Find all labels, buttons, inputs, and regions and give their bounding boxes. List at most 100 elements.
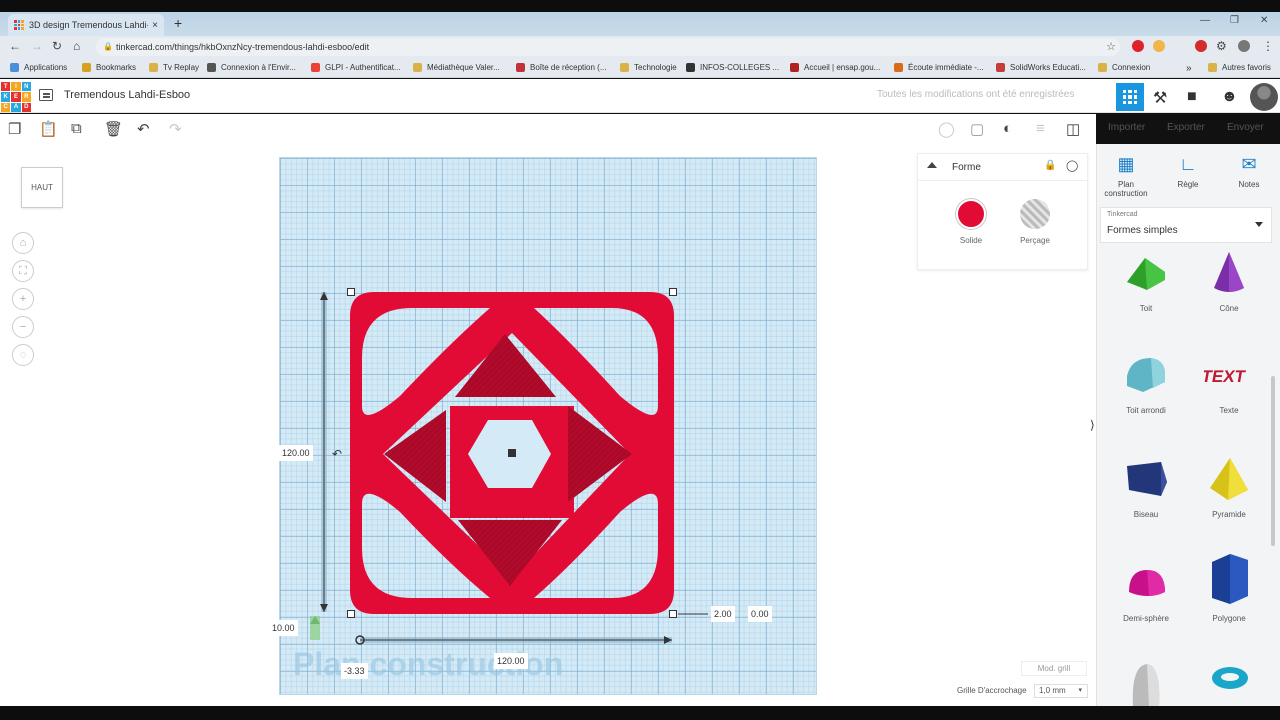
address-bar[interactable]: 🔒 tinkercad.com/things/hkbOxnzNcy-tremen… bbox=[96, 38, 1120, 56]
workplane-tool[interactable]: ▦ Plan construction bbox=[1098, 152, 1154, 198]
tinkercad-logo[interactable]: TINKERCAD bbox=[1, 82, 31, 112]
add-user-icon[interactable]: ☻ bbox=[1221, 88, 1238, 106]
orthographic-view-icon[interactable]: ◌ bbox=[12, 344, 34, 366]
shape-torus[interactable] bbox=[1194, 660, 1264, 711]
design-list-icon[interactable] bbox=[39, 89, 53, 101]
bookmark-item[interactable]: Boîte de réception (... bbox=[516, 63, 607, 72]
solid-swatch[interactable] bbox=[956, 199, 986, 229]
star-icon[interactable]: ☆ bbox=[1106, 38, 1116, 56]
height-dimension[interactable]: 120.00 bbox=[279, 445, 313, 461]
bookmark-item[interactable]: SolidWorks Educati... bbox=[996, 63, 1086, 72]
zoom-out-icon[interactable]: − bbox=[12, 316, 34, 338]
send-button[interactable]: Envoyer bbox=[1227, 122, 1264, 133]
bookmark-item[interactable]: Connexion à l'Envir... bbox=[207, 63, 296, 72]
bookmark-item[interactable]: GLPI - Authentificat... bbox=[311, 63, 401, 72]
shape-pyramid[interactable]: Pyramide bbox=[1194, 456, 1264, 519]
export-button[interactable]: Exporter bbox=[1167, 122, 1205, 133]
panel-scrollbar[interactable] bbox=[1271, 376, 1275, 546]
opera-extension-icon[interactable] bbox=[1132, 40, 1144, 52]
back-icon[interactable]: ← bbox=[9, 39, 21, 53]
bookmark-item[interactable]: Bookmarks bbox=[82, 63, 136, 72]
bookmark-item[interactable]: Connexion bbox=[1098, 63, 1150, 72]
duplicate-icon[interactable]: ⧉ bbox=[71, 120, 82, 137]
collapse-icon[interactable] bbox=[927, 162, 937, 168]
shape-polygon[interactable]: Polygone bbox=[1194, 552, 1264, 623]
snap-grid-label: Grille D'accrochage bbox=[957, 686, 1027, 695]
shape-paraboloid[interactable] bbox=[1111, 660, 1181, 711]
shape-roof[interactable]: Toit bbox=[1111, 250, 1181, 313]
bookmark-item[interactable]: Médiathèque Valer... bbox=[413, 63, 500, 72]
shape-wedge[interactable]: Biseau bbox=[1111, 456, 1181, 519]
profile-icon[interactable] bbox=[1238, 40, 1250, 52]
shape-library-select[interactable]: Tinkercad Formes simples bbox=[1100, 207, 1272, 243]
align-icon[interactable]: ≡ bbox=[1036, 120, 1045, 137]
import-button[interactable]: Importer bbox=[1108, 122, 1145, 133]
selected-shape[interactable]: ↶ bbox=[280, 158, 816, 694]
right-value-dimension[interactable]: 0.00 bbox=[748, 606, 772, 622]
bookmark-item[interactable]: INFOS-COLLEGES ... bbox=[686, 63, 779, 72]
bookmark-item[interactable]: Écoute immédiate -... bbox=[894, 63, 984, 72]
shape-text[interactable]: TEXT Texte bbox=[1194, 352, 1264, 415]
notes-tool[interactable]: ✉ Notes bbox=[1221, 152, 1277, 189]
view-cube[interactable]: HAUT bbox=[21, 167, 63, 208]
home-icon[interactable]: ⌂ bbox=[73, 39, 80, 53]
corner-handle[interactable] bbox=[347, 288, 355, 296]
shape-rounded-roof[interactable]: Toit arrondi bbox=[1111, 352, 1181, 415]
copy-icon[interactable]: ❐ bbox=[8, 120, 21, 138]
3d-view-button[interactable] bbox=[1116, 83, 1144, 111]
pickaxe-icon[interactable]: ⚒ bbox=[1153, 88, 1167, 108]
logo-letter: I bbox=[11, 82, 21, 92]
reload-icon[interactable]: ↻ bbox=[52, 39, 62, 53]
extension-icon[interactable] bbox=[1153, 40, 1165, 52]
corner-handle[interactable] bbox=[347, 610, 355, 618]
other-bookmarks[interactable]: Autres favoris bbox=[1208, 63, 1271, 72]
center-handle[interactable] bbox=[508, 449, 516, 457]
maximize-icon[interactable]: ❐ bbox=[1230, 15, 1239, 26]
group-icon[interactable]: ▢ bbox=[970, 120, 984, 138]
light-bulb-icon[interactable]: ◯ bbox=[1066, 159, 1078, 172]
panel-collapse-icon[interactable]: ⟩ bbox=[1090, 418, 1095, 432]
undo-icon[interactable]: ↶ bbox=[137, 120, 150, 138]
tab-close-icon[interactable]: × bbox=[152, 20, 158, 31]
right-offset-dimension[interactable]: 2.00 bbox=[711, 606, 735, 622]
bricks-icon[interactable]: ■ bbox=[1187, 88, 1197, 106]
mirror-icon[interactable]: ◫ bbox=[1066, 120, 1080, 138]
minimize-icon[interactable]: — bbox=[1200, 15, 1210, 26]
bookmark-item[interactable]: Technologie bbox=[620, 63, 677, 72]
forward-icon[interactable]: → bbox=[31, 39, 43, 53]
ruler-tool[interactable]: ∟ Règle bbox=[1160, 152, 1216, 189]
adblock-extension-icon[interactable] bbox=[1195, 40, 1207, 52]
zoom-in-icon[interactable]: + bbox=[12, 288, 34, 310]
extensions-puzzle-icon[interactable]: ⚙ bbox=[1216, 39, 1227, 53]
ungroup-icon[interactable]: ◐ bbox=[1003, 120, 1012, 137]
elevation-dimension[interactable]: 10.00 bbox=[269, 620, 298, 636]
fit-view-icon[interactable]: ⛶ bbox=[12, 260, 34, 282]
lock-icon[interactable]: 🔒 bbox=[1044, 160, 1056, 171]
corner-handle[interactable] bbox=[669, 610, 677, 618]
bookmark-icon bbox=[149, 63, 158, 72]
bookmarks-overflow-icon[interactable]: » bbox=[1186, 63, 1192, 74]
delete-icon[interactable]: 🗑 bbox=[104, 120, 123, 138]
snap-grid-select[interactable]: 1,0 mm ▾ bbox=[1034, 684, 1088, 698]
bookmark-item[interactable]: Applications bbox=[10, 63, 67, 72]
shape-cone[interactable]: Cône bbox=[1194, 250, 1264, 313]
browser-tab[interactable]: 3D design Tremendous Lahdi-Es × bbox=[8, 14, 164, 36]
avatar[interactable] bbox=[1250, 83, 1278, 111]
shape-half-sphere[interactable]: Demi-sphère bbox=[1111, 560, 1181, 623]
design-title[interactable]: Tremendous Lahdi-Esboo bbox=[64, 89, 190, 101]
home-view-icon[interactable]: ⌂ bbox=[12, 232, 34, 254]
bookmark-item[interactable]: Accueil | ensap.gou... bbox=[790, 63, 880, 72]
light-bulb-icon[interactable]: ◯ bbox=[938, 120, 955, 138]
window-close-icon[interactable]: ✕ bbox=[1260, 15, 1268, 26]
paste-icon[interactable]: 📋 bbox=[39, 120, 58, 138]
width-dimension[interactable]: 120.00 bbox=[494, 653, 528, 669]
hole-swatch[interactable] bbox=[1020, 199, 1050, 229]
redo-icon[interactable]: ↷ bbox=[169, 120, 182, 138]
bookmark-item[interactable]: Tv Replay bbox=[149, 63, 199, 72]
new-tab-icon[interactable]: + bbox=[174, 15, 182, 31]
origin-offset-dimension[interactable]: -3.33 bbox=[341, 663, 368, 679]
logo-letter: C bbox=[1, 102, 11, 112]
edit-grid-button[interactable]: Mod. grill bbox=[1021, 661, 1087, 676]
corner-handle[interactable] bbox=[669, 288, 677, 296]
menu-icon[interactable]: ⋮ bbox=[1262, 39, 1274, 53]
